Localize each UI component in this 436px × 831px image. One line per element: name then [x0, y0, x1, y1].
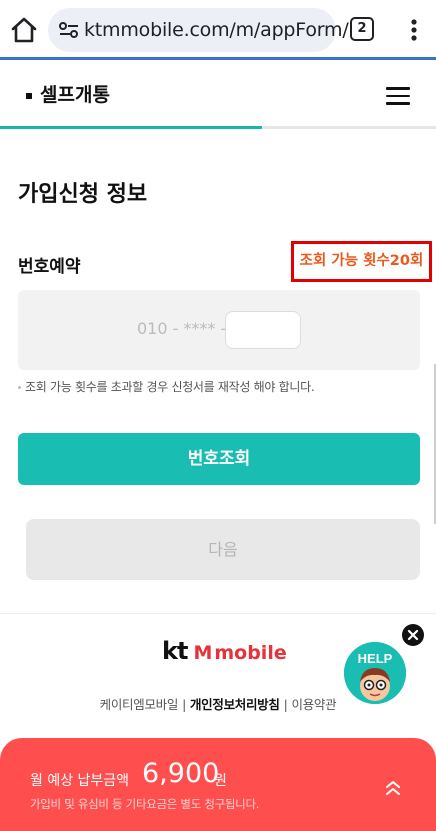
- browser-toolbar: ktmmobile.com/m/appForm/ 2: [0, 0, 436, 60]
- home-icon[interactable]: [8, 14, 40, 46]
- step-progress-bar: [0, 126, 436, 129]
- lookup-notice: 조회 가능 횟수를 초과할 경우 신청서를 재작성 해야 합니다.: [18, 378, 315, 395]
- number-reservation-label: 번호예약: [18, 257, 81, 277]
- number-prefix: 010 - **** -: [137, 319, 227, 338]
- app-header: 셀프개통: [0, 60, 436, 128]
- logo-mobile-text: mobile: [214, 642, 287, 664]
- site-info-icon[interactable]: [58, 20, 80, 40]
- lookup-notice-text: 조회 가능 횟수를 초과할 경우 신청서를 재작성 해야 합니다.: [25, 380, 315, 394]
- hamburger-menu-icon[interactable]: [386, 87, 410, 105]
- next-button[interactable]: 다음: [26, 519, 420, 580]
- number-lookup-button[interactable]: 번호조회: [18, 433, 420, 485]
- number-input-group: 010 - **** -: [18, 290, 420, 370]
- more-vert-icon[interactable]: [404, 16, 424, 44]
- logo-kt-text: kt: [162, 637, 188, 665]
- help-avatar-icon: HELP: [344, 642, 406, 704]
- monthly-fee-panel[interactable]: 월 예상 납부금액 6,900 원 가입비 및 유심비 등 기타요금은 별도 청…: [0, 738, 436, 831]
- tab-switcher-button[interactable]: 2: [350, 17, 374, 41]
- lookup-count-badge: 조회 가능 횟수20회: [291, 241, 432, 282]
- notice-bullet: [18, 386, 21, 389]
- title-bullet: [26, 93, 32, 99]
- address-bar[interactable]: ktmmobile.com/m/appForm/: [48, 8, 349, 52]
- chevron-double-up-icon[interactable]: [382, 778, 404, 798]
- privacy-policy-link[interactable]: 개인정보처리방침: [190, 697, 280, 712]
- help-close-button[interactable]: [402, 624, 424, 646]
- number-last-digits-input[interactable]: [225, 311, 301, 349]
- fee-note: 가입비 및 유심비 등 기타요금은 별도 청구됩니다.: [30, 797, 260, 811]
- page-title: 셀프개통: [40, 84, 110, 106]
- help-chat-button[interactable]: HELP: [344, 642, 406, 704]
- url-text: ktmmobile.com/m/appForm/: [84, 19, 349, 41]
- close-icon: [407, 629, 419, 641]
- ktm-mobile-logo: kt Mmobile: [162, 637, 287, 667]
- footer-separator: |: [283, 697, 288, 712]
- logo-m-text: M: [193, 642, 213, 664]
- step-progress-fill: [0, 126, 262, 129]
- fee-unit: 원: [214, 773, 227, 789]
- footer-divider: [0, 613, 436, 614]
- terms-link[interactable]: 이용약관: [292, 697, 337, 712]
- footer-separator: |: [182, 697, 186, 712]
- section-title: 가입신청 정보: [18, 182, 148, 207]
- help-label: HELP: [358, 651, 393, 666]
- fee-amount: 6,900: [142, 758, 220, 789]
- fee-label: 월 예상 납부금액: [30, 773, 130, 789]
- company-link[interactable]: 케이티엠모바일: [100, 697, 179, 712]
